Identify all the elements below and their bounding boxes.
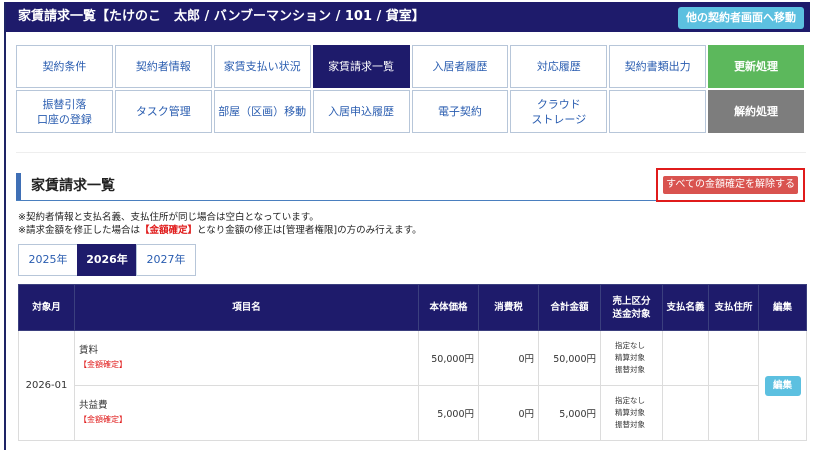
col-header-total: 合計金額 xyxy=(538,284,601,331)
notes: ※契約者情報と支払名義、支払住所が同じ場合は空白となっています。 ※請求金額を修… xyxy=(18,211,422,237)
col-header-tax: 消費税 xyxy=(478,284,539,331)
nav-contract-docs-output[interactable]: 契約書類出力 xyxy=(609,45,707,88)
nav-cloud-storage-label: クラウド ストレージ xyxy=(531,97,587,126)
note-line-1: ※契約者情報と支払名義、支払住所が同じ場合は空白となっています。 xyxy=(18,212,319,223)
other-contractor-button[interactable]: 他の契約者画面へ移動 xyxy=(678,7,804,29)
section-header: 家賃請求一覧 xyxy=(16,173,656,201)
item-name: 賃料 xyxy=(79,345,99,356)
amount-confirmed-tag: 【金額確定】 xyxy=(79,360,127,369)
sales-category-cell: 指定なし 精算対象 振替対象 xyxy=(600,385,663,441)
sales-transfer: 振替対象 xyxy=(615,420,645,429)
col-header-month: 対象月 xyxy=(18,284,75,331)
sales-designation: 指定なし xyxy=(615,396,645,405)
cancellation-button[interactable]: 解約処理 xyxy=(708,90,804,133)
divider xyxy=(16,152,806,153)
amount-confirmed-tag: 【金額確定】 xyxy=(79,415,127,424)
nav-contract-terms[interactable]: 契約条件 xyxy=(16,45,113,88)
table-row: 共益費 【金額確定】 5,000円 0円 5,000円 指定なし 精算対象 振替… xyxy=(19,385,807,441)
nav-e-contract[interactable]: 電子契約 xyxy=(411,90,509,133)
unlock-highlight: すべての金額確定を解除する xyxy=(656,168,805,202)
section-accent-bar xyxy=(16,173,21,200)
payer-address-cell xyxy=(708,330,759,386)
sales-transfer: 振替対象 xyxy=(615,365,645,374)
item-cell: 共益費 【金額確定】 xyxy=(74,385,419,441)
month-cell: 2026-01 xyxy=(18,330,75,441)
total-cell: 5,000円 xyxy=(538,385,601,441)
nav-application-history[interactable]: 入居申込履歴 xyxy=(312,90,410,133)
year-tab-2027[interactable]: 2027年 xyxy=(136,244,196,276)
payer-name-cell xyxy=(662,330,709,386)
page-title: 家賃請求一覧【たけのこ 太郎 / バンブーマンション / 101 / 貸室】 xyxy=(18,9,425,24)
year-tabs: 2025年 2026年 2027年 xyxy=(18,244,196,276)
base-price-cell: 50,000円 xyxy=(418,330,479,386)
nav-rent-payment-status[interactable]: 家賃支払い状況 xyxy=(213,45,311,88)
note-line-2: ※請求金額を修正した場合は【金額確定】となり金額の修正は[管理者権限]の方のみ行… xyxy=(18,224,422,237)
note-line-2-post: となり金額の修正は[管理者権限]の方のみ行えます。 xyxy=(196,225,422,236)
app-frame: 家賃請求一覧【たけのこ 太郎 / バンブーマンション / 101 / 貸室】 他… xyxy=(4,2,810,450)
sales-category-cell: 指定なし 精算対象 振替対象 xyxy=(600,330,663,386)
payer-name-cell xyxy=(662,385,709,441)
nav-task-management[interactable]: タスク管理 xyxy=(114,90,212,133)
col-header-base-price: 本体価格 xyxy=(418,284,479,331)
payer-address-cell xyxy=(708,385,759,441)
section-title: 家賃請求一覧 xyxy=(31,178,115,194)
nav-empty-cell xyxy=(609,90,707,133)
nav-contractor-info[interactable]: 契約者情報 xyxy=(114,45,212,88)
unlock-all-amounts-button[interactable]: すべての金額確定を解除する xyxy=(663,176,798,194)
nav-row-2: 振替引落 口座の登録 タスク管理 部屋（区画）移動 入居申込履歴 電子契約 クラ… xyxy=(16,90,806,135)
nav-rent-billing-list[interactable]: 家賃請求一覧 xyxy=(312,45,410,88)
edit-button[interactable]: 編集 xyxy=(764,375,801,396)
table-row: 2026-01 賃料 【金額確定】 50,000円 0円 50,000円 指定な… xyxy=(18,330,807,441)
year-tab-2026[interactable]: 2026年 xyxy=(77,244,137,276)
nav-response-history[interactable]: 対応履歴 xyxy=(510,45,608,88)
nav-tenant-history[interactable]: 入居者履歴 xyxy=(411,45,509,88)
col-header-payer-name: 支払名義 xyxy=(662,284,709,331)
nav-row-1: 契約条件 契約者情報 家賃支払い状況 家賃請求一覧 入居者履歴 対応履歴 契約書… xyxy=(16,45,806,90)
item-cell: 賃料 【金額確定】 xyxy=(74,330,419,386)
contract-nav: 契約条件 契約者情報 家賃支払い状況 家賃請求一覧 入居者履歴 対応履歴 契約書… xyxy=(16,45,806,135)
col-header-payer-address: 支払住所 xyxy=(708,284,759,331)
tax-cell: 0円 xyxy=(478,330,539,386)
renewal-button[interactable]: 更新処理 xyxy=(708,45,804,88)
billing-table: 対象月 項目名 本体価格 消費税 合計金額 売上区分 送金対象 支払名義 支払住… xyxy=(18,284,807,441)
total-cell: 50,000円 xyxy=(538,330,601,386)
table-header-row: 対象月 項目名 本体価格 消費税 合計金額 売上区分 送金対象 支払名義 支払住… xyxy=(18,284,807,331)
nav-direct-debit-label: 振替引落 口座の登録 xyxy=(36,97,92,126)
sales-settlement: 精算対象 xyxy=(615,353,645,362)
col-header-edit: 編集 xyxy=(758,284,807,331)
nav-room-transfer[interactable]: 部屋（区画）移動 xyxy=(213,90,311,133)
note-line-2-pre: ※請求金額を修正した場合は xyxy=(18,225,140,236)
nav-cloud-storage[interactable]: クラウド ストレージ xyxy=(510,90,608,133)
header-bar: 家賃請求一覧【たけのこ 太郎 / バンブーマンション / 101 / 貸室】 他… xyxy=(6,2,810,32)
tax-cell: 0円 xyxy=(478,385,539,441)
sales-settlement: 精算対象 xyxy=(615,408,645,417)
sales-designation: 指定なし xyxy=(615,341,645,350)
col-header-sales-category: 売上区分 送金対象 xyxy=(600,284,663,331)
note-amount-confirmed-tag: 【金額確定】 xyxy=(139,225,197,236)
col-header-item: 項目名 xyxy=(74,284,419,331)
edit-cell: 編集 xyxy=(758,330,807,441)
year-tab-2025[interactable]: 2025年 xyxy=(18,244,78,276)
base-price-cell: 5,000円 xyxy=(418,385,479,441)
nav-direct-debit-account[interactable]: 振替引落 口座の登録 xyxy=(16,90,113,133)
item-name: 共益費 xyxy=(79,400,108,411)
